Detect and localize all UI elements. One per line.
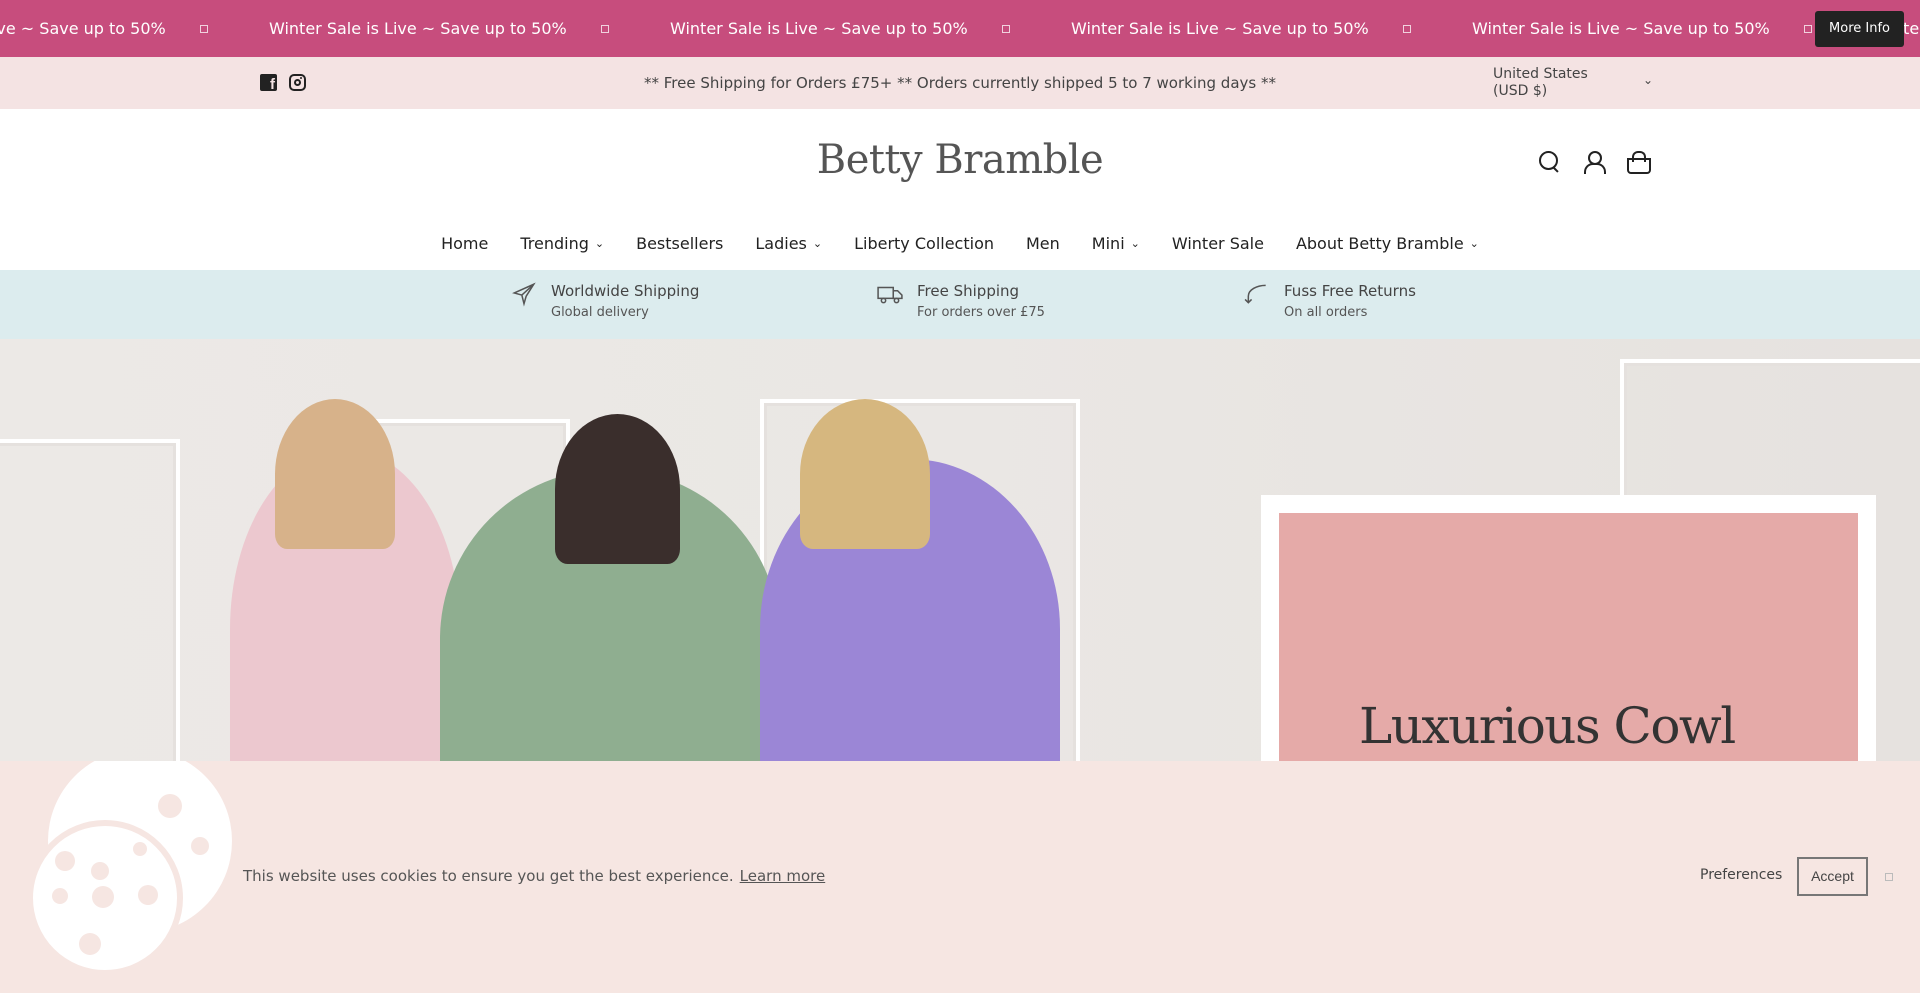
feature-worldwide-shipping: Worldwide Shipping Global delivery xyxy=(511,281,699,320)
nav-label: Winter Sale xyxy=(1171,234,1264,253)
square-separator-icon xyxy=(601,24,609,33)
truck-icon xyxy=(877,286,903,304)
feature-free-shipping: Free Shipping For orders over £75 xyxy=(877,281,1045,320)
accept-button[interactable]: Accept xyxy=(1797,857,1868,896)
feature-fuss-free-returns: Fuss Free Returns On all orders xyxy=(1244,281,1416,320)
square-separator-icon xyxy=(1804,24,1812,33)
marquee-item: Winter Sale is Live ~ Save up to 50% xyxy=(1472,19,1873,38)
feature-subtitle: On all orders xyxy=(1284,305,1368,320)
hero-title: Luxurious Cowl xyxy=(1359,697,1736,755)
marquee-item: Winter Sale is Live ~ Save up to 50% xyxy=(0,19,269,38)
nav-item-winter-sale[interactable]: Winter Sale xyxy=(1172,234,1264,253)
nav-item-ladies[interactable]: Ladies ⌄ xyxy=(755,234,822,253)
feature-title: Fuss Free Returns xyxy=(1284,282,1416,300)
nav-label: Mini xyxy=(1091,234,1125,253)
nav-label: About Betty Bramble xyxy=(1295,234,1464,253)
nav-label: Trending xyxy=(520,234,589,253)
chevron-down-icon: ⌄ xyxy=(1469,237,1479,250)
nav-label: Home xyxy=(441,234,489,253)
chevron-down-icon: ⌄ xyxy=(812,237,823,250)
wall-panel xyxy=(0,439,180,761)
return-arrow-icon xyxy=(1244,284,1266,304)
nav-label: Ladies xyxy=(755,234,807,253)
nav-item-bestsellers[interactable]: Bestsellers xyxy=(636,234,723,253)
model-hair xyxy=(555,414,680,564)
features-strip: Worldwide Shipping Global delivery Free … xyxy=(0,271,1920,339)
square-separator-icon xyxy=(1002,24,1010,33)
feature-title: Worldwide Shipping xyxy=(551,282,700,300)
nav-item-mini[interactable]: Mini ⌄ xyxy=(1092,234,1140,253)
feature-subtitle: Global delivery xyxy=(551,305,649,320)
chevron-down-icon: ⌄ xyxy=(1130,237,1140,250)
search-icon[interactable] xyxy=(1538,150,1560,172)
announcement-bar: ** Free Shipping for Orders £75+ ** Orde… xyxy=(0,57,1920,109)
chevron-down-icon: ⌄ xyxy=(594,237,605,250)
hero-card: Luxurious Cowl xyxy=(1261,495,1876,761)
nav-item-home[interactable]: Home xyxy=(441,234,488,253)
model-hair xyxy=(800,399,930,549)
more-info-button[interactable]: More Info xyxy=(1815,11,1904,47)
model-hair xyxy=(275,399,395,549)
preferences-button[interactable]: Preferences xyxy=(1700,867,1782,883)
hero-banner[interactable]: Luxurious Cowl xyxy=(0,339,1920,761)
sale-marquee-bar: Winter Sale is Live ~ Save up to 50% Win… xyxy=(0,0,1920,57)
site-header: Betty Bramble Home Trending ⌄ Bestsellers… xyxy=(0,109,1920,271)
marquee-item: Winter Sale is Live ~ Save up to 50% xyxy=(670,19,1071,38)
nav-item-about[interactable]: About Betty Bramble ⌄ xyxy=(1296,234,1479,253)
nav-label: Men xyxy=(1026,234,1060,253)
airplane-icon xyxy=(512,282,536,307)
cart-icon[interactable] xyxy=(1626,150,1651,174)
marquee-text: Winter Sale is Live ~ Save up to 50% xyxy=(1472,19,1770,38)
currency-label: United States (USD $) xyxy=(1493,66,1588,99)
marquee-text: Winter Sale is Live ~ Save up to 50% xyxy=(1071,19,1369,38)
cookie-icon xyxy=(27,761,232,976)
cookie-text: This website uses cookies to ensure you … xyxy=(243,867,734,885)
nav-item-men[interactable]: Men xyxy=(1026,234,1060,253)
marquee-text: Winter Sale is Live ~ Save up to 50% xyxy=(269,19,567,38)
hero-card-panel: Luxurious Cowl xyxy=(1279,513,1858,761)
currency-selector[interactable]: United States (USD $) ⌄ xyxy=(1493,66,1653,100)
marquee-text: Winter Sale is Live ~ Save up to 50% xyxy=(670,19,968,38)
cookie-message: This website uses cookies to ensure you … xyxy=(243,867,825,885)
nav-item-trending[interactable]: Trending ⌄ xyxy=(520,234,604,253)
marquee-track: Winter Sale is Live ~ Save up to 50% Win… xyxy=(0,0,1920,57)
header-actions xyxy=(1538,150,1651,174)
square-separator-icon xyxy=(1403,24,1411,33)
close-icon[interactable] xyxy=(1885,873,1893,881)
chevron-down-icon: ⌄ xyxy=(1642,73,1653,87)
marquee-item: Winter Sale is Live ~ Save up to 50% xyxy=(1071,19,1472,38)
nav-label: Bestsellers xyxy=(636,234,724,253)
nav-item-liberty-collection[interactable]: Liberty Collection xyxy=(854,234,994,253)
marquee-text: Winter Sale is Live ~ Save up to 50% xyxy=(0,19,166,38)
nav-label: Liberty Collection xyxy=(854,234,994,253)
cookie-banner: This website uses cookies to ensure you … xyxy=(0,761,1920,993)
square-separator-icon xyxy=(200,24,208,33)
marquee-item: Winter Sale is Live ~ Save up to 50% xyxy=(269,19,670,38)
feature-subtitle: For orders over £75 xyxy=(917,305,1045,320)
main-navigation: Home Trending ⌄ Bestsellers Ladies ⌄ Liber… xyxy=(0,234,1920,253)
feature-title: Free Shipping xyxy=(917,282,1020,300)
learn-more-link[interactable]: Learn more xyxy=(740,867,826,885)
account-icon[interactable] xyxy=(1582,150,1606,174)
